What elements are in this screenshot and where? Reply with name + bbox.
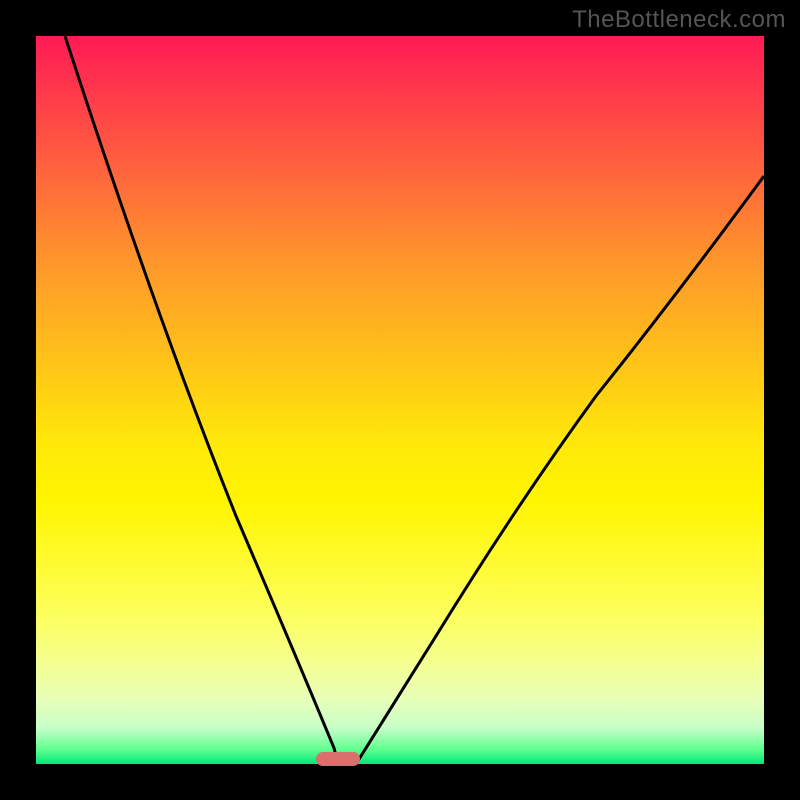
plot-area: [36, 36, 764, 764]
curve-lines: [36, 36, 764, 764]
right-curve-path: [356, 176, 764, 764]
left-curve-path: [65, 36, 338, 764]
bottleneck-marker: [316, 752, 360, 766]
chart-frame: TheBottleneck.com: [0, 0, 800, 800]
watermark-text: TheBottleneck.com: [572, 6, 786, 34]
